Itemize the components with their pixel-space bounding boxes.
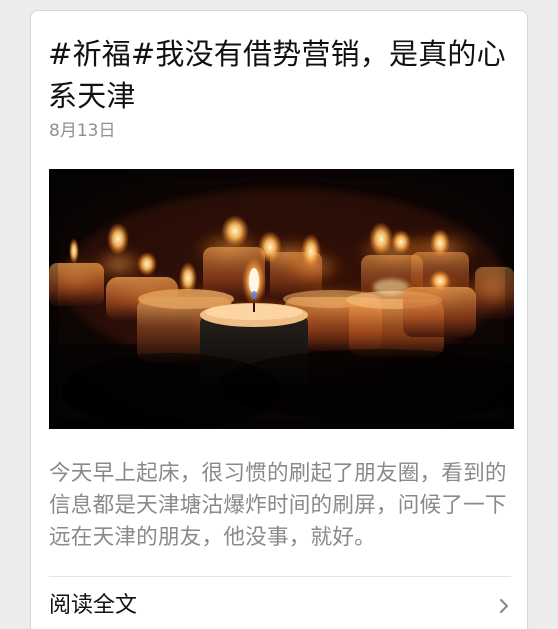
article-preview-screen: #祈福#我没有借势营销，是真的心系天津 8月13日 今天早上起床，很习惯的刷起了… — [0, 0, 558, 629]
article-title: #祈福#我没有借势营销，是真的心系天津 — [48, 37, 506, 113]
read-full-article-label: 阅读全文 — [49, 593, 138, 618]
article-date: 8月13日 — [49, 121, 116, 141]
chevron-right-icon — [497, 597, 511, 615]
candles-image — [49, 169, 514, 429]
article-card[interactable]: #祈福#我没有借势营销，是真的心系天津 8月13日 今天早上起床，很习惯的刷起了… — [30, 10, 528, 629]
read-full-article-row[interactable]: 阅读全文 — [49, 577, 515, 629]
article-summary: 今天早上起床，很习惯的刷起了朋友圈，看到的信息都是天津塘沽爆炸时间的刷屏，问候了… — [49, 461, 507, 550]
